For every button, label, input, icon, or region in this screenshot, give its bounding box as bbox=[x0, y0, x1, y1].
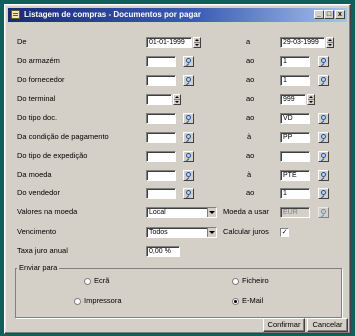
terminal-sep: ao bbox=[246, 94, 255, 103]
date-from-label: De bbox=[17, 37, 27, 46]
currency-to-use-search-icon[interactable] bbox=[318, 207, 329, 218]
terminal-from-spinner[interactable] bbox=[173, 94, 181, 105]
warehouse-from-search-icon[interactable] bbox=[183, 56, 194, 67]
currency-to-search-icon[interactable] bbox=[318, 170, 329, 181]
currency-label: Da moeda bbox=[17, 170, 52, 179]
radio-printer[interactable] bbox=[74, 298, 81, 305]
values-currency-value: Local bbox=[149, 209, 166, 216]
values-currency-select[interactable]: Local bbox=[146, 207, 217, 218]
minimize-button[interactable]: _ bbox=[314, 10, 324, 19]
payment-condition-label: Da condição de pagamento bbox=[17, 132, 109, 141]
currency-to-field[interactable]: PTE bbox=[280, 170, 310, 181]
date-from-spinner[interactable] bbox=[193, 37, 201, 48]
terminal-from-field[interactable] bbox=[146, 94, 172, 105]
salesperson-label: Do vendedor bbox=[17, 188, 60, 197]
close-button[interactable]: x bbox=[335, 10, 345, 19]
window-title: Listagem de compras - Documentos por pag… bbox=[24, 10, 201, 19]
date-to-spinner[interactable] bbox=[326, 37, 334, 48]
cancel-button[interactable]: Cancelar bbox=[307, 318, 348, 332]
payment-condition-to-search-icon[interactable] bbox=[318, 132, 329, 143]
doc-type-to-search-icon[interactable] bbox=[318, 113, 329, 124]
salesperson-to-search-icon[interactable] bbox=[318, 188, 329, 199]
send-to-title: Enviar para bbox=[17, 263, 60, 273]
terminal-label: Do terminal bbox=[17, 94, 56, 103]
supplier-from-search-icon[interactable] bbox=[183, 75, 194, 86]
supplier-from-field[interactable] bbox=[146, 75, 176, 86]
shipping-type-to-field[interactable] bbox=[280, 151, 310, 162]
supplier-label: Do fornecedor bbox=[17, 75, 65, 84]
doc-type-from-field[interactable] bbox=[146, 113, 176, 124]
payment-condition-from-search-icon[interactable] bbox=[183, 132, 194, 143]
date-to-field[interactable]: 29-03-1999 bbox=[280, 37, 325, 48]
radio-email[interactable] bbox=[232, 298, 239, 305]
calculate-interest-checkbox[interactable]: ✓ bbox=[280, 228, 289, 237]
chevron-down-icon[interactable] bbox=[207, 228, 216, 237]
currency-to-use-field[interactable]: EUR bbox=[280, 207, 310, 218]
warehouse-to-search-icon[interactable] bbox=[318, 56, 329, 67]
currency-from-search-icon[interactable] bbox=[183, 170, 194, 181]
doc-type-to-field[interactable]: VD bbox=[280, 113, 310, 124]
chevron-down-icon[interactable] bbox=[207, 208, 216, 217]
due-date-select[interactable]: Todos bbox=[146, 227, 217, 238]
supplier-sep: ao bbox=[246, 75, 255, 84]
annual-interest-field[interactable]: 0,00 % bbox=[146, 246, 180, 257]
doc-type-sep: ao bbox=[246, 113, 255, 122]
supplier-to-field[interactable]: 1 bbox=[280, 75, 310, 86]
shipping-type-to-search-icon[interactable] bbox=[318, 151, 329, 162]
salesperson-to-field[interactable]: 1 bbox=[280, 188, 310, 199]
salesperson-from-search-icon[interactable] bbox=[183, 188, 194, 199]
date-sep: a bbox=[246, 37, 251, 46]
due-date-value: Todos bbox=[149, 229, 168, 236]
values-currency-label: Valores na moeda bbox=[17, 207, 78, 216]
doc-type-from-search-icon[interactable] bbox=[183, 113, 194, 124]
warehouse-sep: ao bbox=[246, 56, 255, 65]
currency-sep: à bbox=[247, 170, 252, 179]
currency-to-use-label: Moeda a usar bbox=[223, 207, 269, 216]
shipping-type-from-field[interactable] bbox=[146, 151, 176, 162]
document-list-icon bbox=[11, 10, 20, 19]
dialog-window: Listagem de compras - Documentos por pag… bbox=[4, 4, 351, 334]
shipping-type-label: Do tipo de expedição bbox=[17, 151, 88, 160]
radio-email-label: E-Mail bbox=[242, 296, 264, 305]
date-from-field[interactable]: 01-01-1999 bbox=[146, 37, 192, 48]
salesperson-from-field[interactable] bbox=[146, 188, 176, 199]
salesperson-sep: ao bbox=[246, 188, 255, 197]
annual-interest-label: Taxa juro anual bbox=[17, 246, 68, 255]
due-date-label: Vencimento bbox=[17, 227, 57, 236]
maximize-button[interactable]: □ bbox=[324, 10, 334, 19]
payment-condition-from-field[interactable] bbox=[146, 132, 176, 143]
radio-printer-label: Impressora bbox=[84, 296, 122, 305]
calculate-interest-label: Calcular juros bbox=[223, 227, 269, 236]
payment-condition-sep: à bbox=[247, 132, 252, 141]
doc-type-label: Do tipo doc. bbox=[17, 113, 58, 122]
warehouse-from-field[interactable] bbox=[146, 56, 176, 67]
shipping-type-sep: ao bbox=[246, 151, 255, 160]
confirm-button[interactable]: Confirmar bbox=[263, 318, 305, 332]
warehouse-label: Do armazém bbox=[17, 56, 60, 65]
radio-screen-label: Ecrã bbox=[94, 276, 110, 285]
title-bar[interactable]: Listagem de compras - Documentos por pag… bbox=[8, 8, 347, 22]
send-to-group bbox=[15, 268, 342, 318]
currency-from-field[interactable] bbox=[146, 170, 176, 181]
radio-file-label: Ficheiro bbox=[242, 276, 269, 285]
radio-file[interactable] bbox=[232, 278, 239, 285]
supplier-to-search-icon[interactable] bbox=[318, 75, 329, 86]
radio-screen[interactable] bbox=[84, 278, 91, 285]
shipping-type-from-search-icon[interactable] bbox=[183, 151, 194, 162]
terminal-to-spinner[interactable] bbox=[307, 94, 315, 105]
warehouse-to-field[interactable]: 1 bbox=[280, 56, 310, 67]
payment-condition-to-field[interactable]: PP bbox=[280, 132, 310, 143]
terminal-to-field[interactable]: 999 bbox=[280, 94, 306, 105]
